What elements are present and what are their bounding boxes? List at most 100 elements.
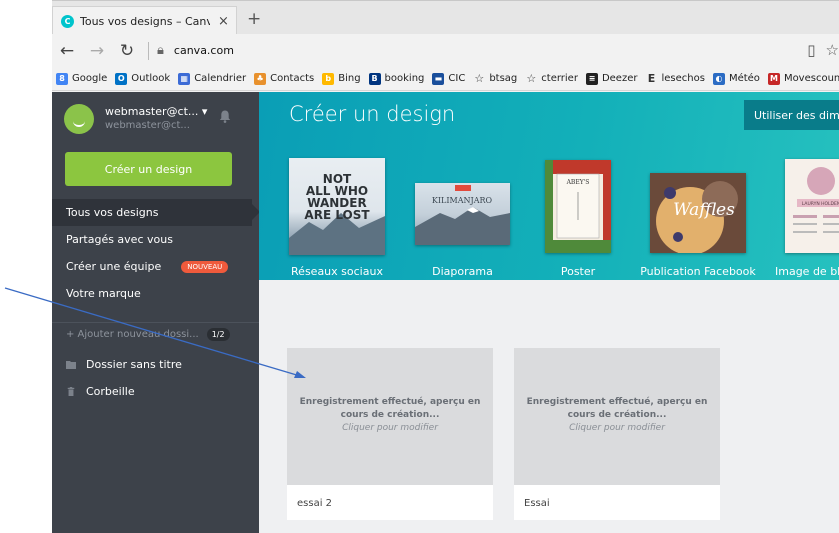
bookmark-icon: O [115,72,128,85]
bookmark-label: Bing [338,73,361,84]
custom-dimensions-button[interactable]: Utiliser des dime [744,100,839,130]
design-card[interactable]: Enregistrement effectué, aperçu en cours… [287,348,493,520]
design-name[interactable]: essai 2 [297,498,332,509]
add-folder-label: + Ajouter nouveau dossi... [66,329,199,340]
bookmark-icon: M [767,72,780,85]
new-badge: NOUVEAU [181,260,229,273]
sidebar-item-label: Créer une équipe [66,260,162,273]
browser-tab[interactable]: C Tous vos designs – Canv × [52,6,237,35]
bookmark-item[interactable]: M Movescount [767,72,839,85]
edit-hint: Cliquer pour modifier [342,423,438,433]
bookmark-label: Movescount [783,73,839,84]
create-design-button[interactable]: Créer un design [65,152,232,186]
bookmark-item[interactable]: ♣ Contacts [254,72,315,85]
back-arrow-icon[interactable]: ← [52,41,82,61]
template-thumbnail: Waffles [650,173,746,253]
bookmark-item[interactable]: O Outlook [115,72,171,85]
bookmark-icon: ▦ [178,72,191,85]
svg-text:LAURYN HOLDEN: LAURYN HOLDEN [802,201,839,207]
saving-status: Enregistrement effectué, aperçu en cours… [526,397,708,420]
design-name[interactable]: Essai [524,498,550,509]
bookmark-label: lesechos [661,73,705,84]
template-label: Image de blo [775,265,839,278]
sidebar-divider [52,322,259,323]
bookmark-item[interactable]: Bbooking [368,72,425,85]
user-account[interactable]: webmaster@ct... ▾ webmaster@ct... [64,104,207,134]
sidebar-item-label: Partagés avec vous [66,233,173,246]
bookmark-icon: ☆ [474,72,485,85]
poster-image: ABEY'S [545,160,611,253]
bookmark-item[interactable]: Elesechos [645,72,705,85]
bookmark-label: Google [72,73,108,84]
canva-favicon-icon: C [61,14,74,28]
trash-icon [67,387,75,396]
bookmark-label: Météo [728,73,760,84]
bookmark-item[interactable]: ☆ cterrier [525,72,578,85]
design-card[interactable]: Enregistrement effectué, aperçu en cours… [514,348,720,520]
create-design-banner: Créer un design Utiliser des dime NOT AL… [259,92,839,280]
user-name: webmaster@ct... ▾ [105,105,208,118]
folder-item-untitled[interactable]: Dossier sans titre [66,358,182,371]
mountain-image: NOT ALL WHO WANDER ARE LOST [289,172,385,255]
svg-text:ABEY'S: ABEY'S [566,179,590,186]
edit-hint: Cliquer pour modifier [569,423,665,433]
folder-label: Corbeille [86,385,135,398]
waffles-image: Waffles [656,181,738,253]
bookmarks-bar: 8 Google O Outlook ▦ Calendrier ♣ Contacts b Bing… [52,67,839,91]
design-preview[interactable]: Enregistrement effectué, aperçu en cours… [287,348,493,485]
add-folder-button[interactable]: + Ajouter nouveau dossi... 1/2 [66,328,230,341]
svg-text:ARE LOST: ARE LOST [304,208,370,222]
folder-count-badge: 1/2 [206,328,230,341]
folder-item-trash[interactable]: Corbeille [66,385,135,398]
sidebar-item-all-designs[interactable]: Tous vos designs [52,199,260,226]
sidebar-item-label: Tous vos designs [66,206,159,219]
resume-image: LAURYN HOLDEN [793,167,839,233]
template-label: Réseaux sociaux [291,265,383,278]
sidebar-item-shared[interactable]: Partagés avec vous [52,226,259,253]
bookmark-item[interactable]: 8 Google [56,72,108,85]
bookmark-item[interactable]: ≡ Deezer [585,72,638,85]
canva-app: webmaster@ct... ▾ webmaster@ct... Créer … [52,92,839,533]
folder-icon [66,361,76,369]
svg-text:KILIMANJARO: KILIMANJARO [432,196,493,205]
bookmark-icon: ☆ [526,72,537,85]
design-preview[interactable]: Enregistrement effectué, aperçu en cours… [514,348,720,485]
sidebar-item-label: Votre marque [66,287,141,300]
bookmark-icon: 8 [56,72,68,85]
screenshot: C Tous vos designs – Canv × + ← → ↻ 🔒︎ c… [0,0,839,533]
bookmark-item[interactable]: ▬ CIC [432,72,466,85]
bookmark-item[interactable]: ◐ Météo [712,72,760,85]
bookmark-label: Contacts [270,73,315,84]
url-field[interactable]: canva.com [174,44,234,57]
new-tab-icon[interactable]: + [247,9,261,29]
template-thumbnail: KILIMANJARO [415,183,510,245]
lock-icon: 🔒︎ [157,43,164,58]
folder-label: Dossier sans titre [86,358,182,371]
notification-bell-icon[interactable] [219,110,231,123]
template-label: Poster [560,265,596,278]
bookmark-icon: ≡ [585,72,598,85]
bookmark-item[interactable]: b Bing [322,72,361,85]
bookmark-label: Outlook [131,73,171,84]
bookmark-label: booking [384,73,425,84]
bookmark-label: Deezer [601,73,638,84]
bookmark-icon: b [322,72,335,85]
close-tab-icon[interactable]: × [218,14,229,29]
sidebar: webmaster@ct... ▾ webmaster@ct... Créer … [52,92,260,533]
sidebar-item-create-team[interactable]: Créer une équipe NOUVEAU [52,253,259,280]
favorite-star-icon[interactable]: ☆ [826,41,839,59]
designs-area: Enregistrement effectué, aperçu en cours… [259,280,839,533]
address-bar-actions: ▯ ☆ [807,41,839,59]
reading-view-icon[interactable]: ▯ [807,41,815,59]
sidebar-item-brand[interactable]: Votre marque [52,280,259,307]
bookmark-label: cterrier [541,73,578,84]
bookmark-item[interactable]: ▦ Calendrier [178,72,246,85]
template-label: Diaporama [432,265,493,278]
bookmark-label: CIC [448,73,466,84]
forward-arrow-icon[interactable]: → [82,41,112,61]
banner-title: Créer un design [289,102,456,126]
bookmark-item[interactable]: ☆ btsag [473,72,517,85]
svg-text:Waffles: Waffles [673,200,735,220]
tab-bar: C Tous vos designs – Canv × + [52,0,839,35]
refresh-icon[interactable]: ↻ [112,41,142,61]
